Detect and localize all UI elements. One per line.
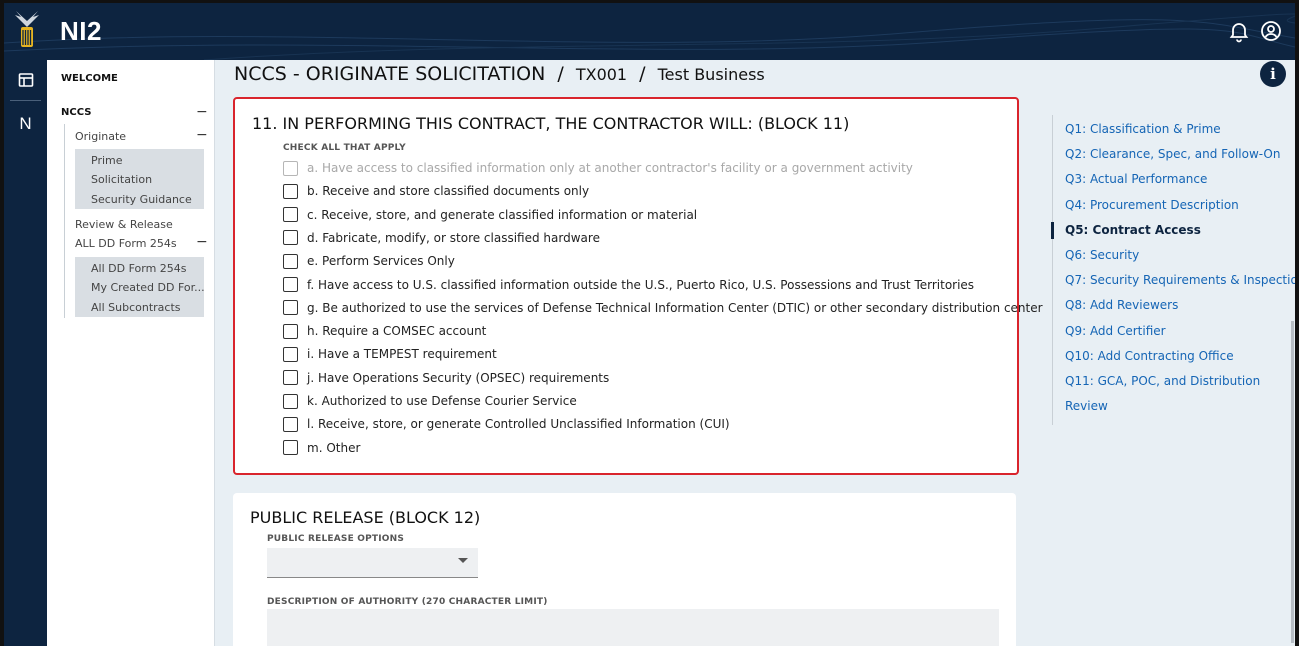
- sidebar-item-welcome[interactable]: WELCOME: [61, 73, 118, 84]
- checkbox-row[interactable]: d. Fabricate, modify, or store classifie…: [283, 228, 600, 248]
- sidebar-item-my-created-dd-forms[interactable]: My Created DD For...: [91, 281, 205, 294]
- question-nav-item[interactable]: Q4: Procurement Description: [1065, 198, 1239, 212]
- checkbox[interactable]: [283, 393, 298, 409]
- checkbox-label: a. Have access to classified information…: [307, 161, 913, 175]
- sidebar-item-review-release[interactable]: Review & Release: [75, 218, 173, 231]
- checkbox[interactable]: [283, 207, 298, 223]
- dd-form-collapse-icon[interactable]: −: [196, 234, 208, 250]
- sidebar-item-all-dd-form[interactable]: ALL DD Form 254s: [75, 237, 177, 250]
- checkbox-label: h. Require a COMSEC account: [307, 324, 487, 339]
- sidebar-item-prime[interactable]: Prime: [91, 154, 123, 167]
- question-nav-item[interactable]: Q3: Actual Performance: [1065, 172, 1207, 186]
- question-nav-item[interactable]: Review: [1065, 399, 1108, 413]
- checkbox[interactable]: [283, 440, 298, 456]
- icon-rail: N: [4, 60, 47, 646]
- breadcrumb-separator: /: [557, 63, 564, 85]
- block12-title: PUBLIC RELEASE (BLOCK 12): [250, 508, 481, 527]
- checkbox[interactable]: [283, 253, 298, 269]
- block11-card: 11. IN PERFORMING THIS CONTRACT, THE CON…: [233, 97, 1043, 475]
- checkbox-row[interactable]: l. Receive, store, or generate Controlle…: [283, 414, 730, 434]
- bell-icon[interactable]: [1227, 19, 1251, 43]
- sidebar-item-originate[interactable]: Originate: [75, 130, 126, 143]
- checkbox-row: a. Have access to classified information…: [283, 158, 913, 178]
- public-release-select[interactable]: [267, 548, 478, 578]
- question-nav-item[interactable]: Q5: Contract Access: [1065, 223, 1201, 237]
- checkbox-row[interactable]: i. Have a TEMPEST requirement: [283, 344, 497, 364]
- breadcrumb-business-name: Test Business: [657, 65, 765, 84]
- top-bar: NI2: [4, 3, 1295, 60]
- check-all-label: CHECK ALL THAT APPLY: [283, 143, 406, 153]
- checkbox[interactable]: [283, 230, 298, 246]
- checkbox-label: f. Have access to U.S. classified inform…: [307, 277, 975, 292]
- checkbox-label: b. Receive and store classified document…: [307, 184, 590, 199]
- app-title: NI2: [60, 16, 102, 46]
- question-nav-item[interactable]: Q2: Clearance, Spec, and Follow-On: [1065, 147, 1280, 161]
- originate-collapse-icon[interactable]: −: [196, 127, 208, 143]
- nccs-collapse-icon[interactable]: −: [196, 104, 208, 120]
- checkbox[interactable]: [283, 370, 298, 386]
- block11-title: 11. IN PERFORMING THIS CONTRACT, THE CON…: [252, 114, 850, 133]
- checkbox-row[interactable]: h. Require a COMSEC account: [283, 321, 486, 341]
- info-icon[interactable]: i: [1260, 61, 1286, 87]
- sidebar-item-all-dd-forms[interactable]: All DD Form 254s: [91, 262, 187, 275]
- sidebar-item-solicitation[interactable]: Solicitation: [91, 173, 152, 186]
- question-nav-item[interactable]: Q6: Security: [1065, 248, 1139, 262]
- sidebar: WELCOME NCCS − Originate − Prime Solicit…: [47, 60, 215, 646]
- checkbox-label: c. Receive, store, and generate classifi…: [307, 207, 698, 222]
- sidebar-item-security-guidance[interactable]: Security Guidance: [91, 193, 192, 206]
- checkbox[interactable]: [283, 277, 298, 292]
- checkbox-label: j. Have Operations Security (OPSEC) requ…: [307, 370, 610, 385]
- checkbox[interactable]: [283, 300, 298, 316]
- rail-nccs-button[interactable]: N: [4, 106, 47, 142]
- right-nav-line: [1052, 115, 1053, 425]
- checkbox[interactable]: [283, 183, 298, 199]
- checkbox-label: e. Perform Services Only: [307, 254, 455, 269]
- right-nav-active-marker: [1051, 222, 1054, 239]
- public-release-options-label: PUBLIC RELEASE OPTIONS: [267, 534, 405, 544]
- breadcrumb-solicitation-id: TX001: [575, 65, 628, 84]
- checkbox-row[interactable]: c. Receive, store, and generate classifi…: [283, 205, 697, 225]
- checkbox[interactable]: [283, 416, 298, 432]
- question-nav-item[interactable]: Q9: Add Certifier: [1065, 324, 1166, 338]
- rail-divider: [10, 100, 41, 101]
- checkbox-label: m. Other: [307, 440, 361, 455]
- checkbox[interactable]: [283, 346, 298, 362]
- ni2-logo-icon: [15, 11, 39, 47]
- dropdown-arrow-icon: [458, 558, 468, 563]
- checkbox-label: g. Be authorized to use the services of …: [307, 300, 1043, 315]
- nav-tree-line: [64, 124, 65, 318]
- checkbox-row[interactable]: m. Other: [283, 438, 360, 458]
- checkbox: [283, 160, 298, 176]
- question-nav-item[interactable]: Q7: Security Requirements & Inspections: [1065, 273, 1295, 287]
- account-icon[interactable]: [1259, 19, 1283, 43]
- checkbox-row[interactable]: e. Perform Services Only: [283, 251, 455, 271]
- sidebar-item-all-subcontracts[interactable]: All Subcontracts: [91, 301, 181, 314]
- checkbox-label: k. Authorized to use Defense Courier Ser…: [307, 394, 577, 408]
- app-window: NI2 N WELCOME NCCS − Originate − Prime S…: [4, 3, 1295, 646]
- checkbox-label: i. Have a TEMPEST requirement: [307, 347, 497, 362]
- checkbox-label: d. Fabricate, modify, or store classifie…: [307, 230, 600, 245]
- question-nav-item[interactable]: Q11: GCA, POC, and Distribution: [1065, 374, 1260, 388]
- block12-card: PUBLIC RELEASE (BLOCK 12) PUBLIC RELEASE…: [233, 493, 1016, 646]
- checkbox-row[interactable]: g. Be authorized to use the services of …: [283, 298, 1043, 318]
- checkbox-row[interactable]: k. Authorized to use Defense Courier Ser…: [283, 391, 577, 411]
- authority-description-label: DESCRIPTION OF AUTHORITY (270 CHARACTER …: [267, 597, 548, 607]
- sidebar-item-nccs[interactable]: NCCS: [61, 107, 91, 118]
- authority-description-textarea[interactable]: [267, 609, 999, 646]
- checkbox-row[interactable]: b. Receive and store classified document…: [283, 181, 589, 201]
- header-wave-decoration: [4, 13, 1295, 60]
- question-nav-item[interactable]: Q8: Add Reviewers: [1065, 298, 1178, 312]
- breadcrumb: NCCS - ORIGINATE SOLICITATION / TX001 / …: [234, 63, 765, 85]
- scrollbar[interactable]: [1291, 321, 1294, 643]
- checkbox-row[interactable]: j. Have Operations Security (OPSEC) requ…: [283, 368, 609, 388]
- checkbox-row[interactable]: f. Have access to U.S. classified inform…: [283, 275, 974, 295]
- question-nav-item[interactable]: Q10: Add Contracting Office: [1065, 349, 1234, 363]
- breadcrumb-separator: /: [639, 63, 646, 85]
- dashboard-icon[interactable]: [4, 62, 47, 98]
- question-nav-item[interactable]: Q1: Classification & Prime: [1065, 122, 1221, 136]
- checkbox-label: l. Receive, store, or generate Controlle…: [307, 417, 730, 432]
- checkbox[interactable]: [283, 323, 298, 339]
- breadcrumb-section: NCCS - ORIGINATE SOLICITATION: [234, 63, 546, 85]
